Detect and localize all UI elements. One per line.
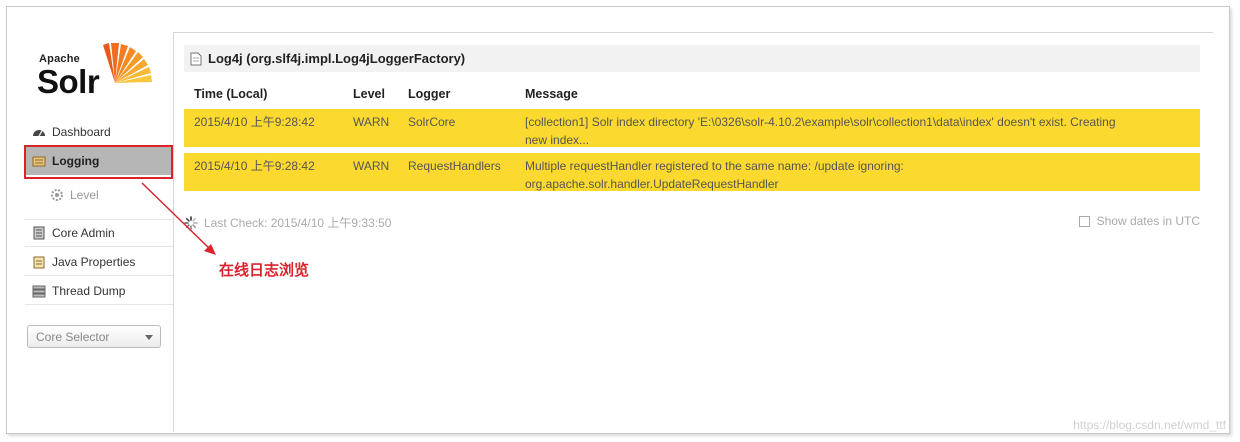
annotation-arrow [141,182,216,255]
annotation-label: 在线日志浏览 [219,262,310,279]
watermark: https://blog.csdn.net/wmd_ttf [1073,418,1226,432]
